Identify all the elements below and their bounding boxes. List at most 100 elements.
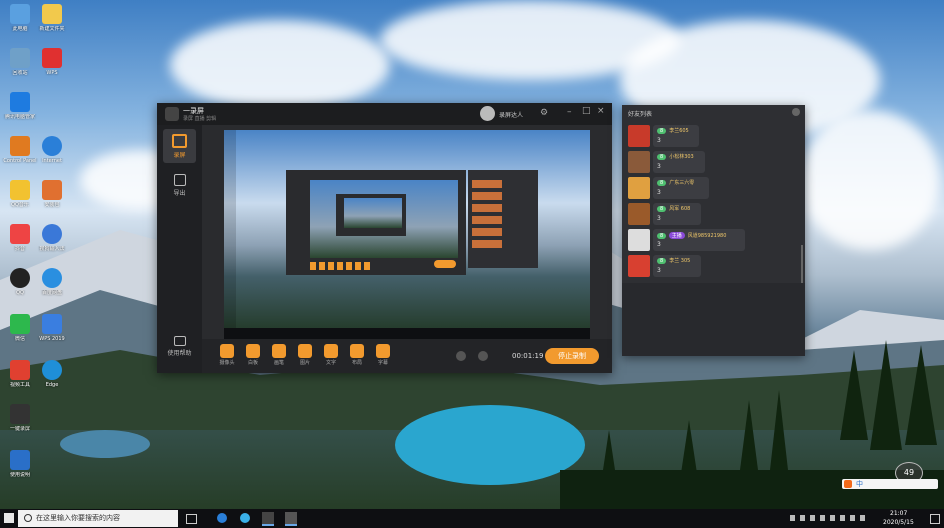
desktop-icon[interactable]: 百度网盘 [32, 268, 72, 312]
desktop-icon[interactable]: 搜狗输入法 [32, 224, 72, 268]
sidebar-item-help[interactable]: 使用帮助 [163, 331, 196, 365]
control-panel-icon [10, 136, 30, 156]
desktop-icon[interactable]: 使用说明 [0, 450, 40, 494]
message-count: 3 [657, 241, 661, 248]
desktop-icon[interactable]: Edge [32, 360, 72, 404]
sidebar-item-record[interactable]: 录屏 [163, 129, 196, 163]
desktop-icon-label: Edge [45, 382, 59, 388]
desktop-icon-label: 腾讯电脑管家 [4, 114, 35, 120]
desktop-icon[interactable]: 安装包 [32, 180, 72, 224]
help-doc-icon [10, 450, 30, 470]
user-name: 广东三六零 [669, 180, 695, 186]
layout-icon [350, 344, 364, 358]
desktop-icon-label: 搜狗输入法 [39, 246, 65, 252]
scrollbar[interactable] [801, 245, 803, 285]
nested-taskbar [224, 328, 590, 339]
list-item[interactable]: 8 广东三六零 3 [628, 177, 798, 201]
speaker-icon[interactable] [456, 351, 466, 361]
tool-brush[interactable]: 画笔 [269, 344, 289, 366]
desktop-icon-label: WPS [46, 70, 58, 76]
level-badge: 8 [657, 128, 667, 134]
recorder-task-icon[interactable] [262, 512, 274, 526]
webcam-icon [220, 344, 234, 358]
folder-icon [42, 4, 62, 24]
app-task-icon[interactable] [285, 512, 297, 526]
tool-label: 画笔 [273, 360, 284, 366]
clock-time[interactable]: 21:07 [890, 510, 907, 517]
edge-icon[interactable] [217, 513, 227, 523]
internet-explorer-icon [42, 136, 62, 156]
friend-list-window: 好友列表 8 李兰605 3 8 小松林303 3 8 广东三六零 3 8 风军 608… [622, 105, 805, 356]
desktop-icon[interactable]: 一键录屏 [0, 404, 40, 448]
search-input[interactable]: 在这里输入你要搜索的内容 [18, 510, 178, 527]
tool-image[interactable]: 图片 [295, 344, 315, 366]
close-icon[interactable]: × [597, 106, 605, 116]
message-count: 3 [657, 267, 661, 274]
sogou-icon [844, 480, 852, 488]
search-icon [24, 514, 32, 522]
windows-start-icon[interactable] [4, 513, 14, 523]
list-item[interactable]: 8 主播 风道985921980 3 [628, 229, 798, 253]
avatar [628, 203, 650, 225]
brush-icon [272, 344, 286, 358]
username[interactable]: 录屏达人 [499, 110, 523, 119]
tool-webcam[interactable]: 摄像头 [217, 344, 237, 366]
list-item[interactable]: 8 风军 608 3 [628, 203, 798, 227]
desktop-icon[interactable]: Internet [32, 136, 72, 180]
anchor-tag: 主播 [668, 232, 685, 239]
edge-icon [42, 360, 62, 380]
ime-toolbar[interactable]: 中 [842, 479, 938, 489]
app-icon [10, 224, 30, 244]
app-logo-icon [165, 107, 179, 121]
nested-list-preview [468, 170, 538, 268]
microphone-icon[interactable] [478, 351, 488, 361]
desktop-icon[interactable]: WPS 2019 [32, 314, 72, 358]
computer-icon [10, 4, 30, 24]
message-bubble: 8 主播 风道985921980 3 [653, 229, 745, 251]
tool-layout[interactable]: 布局 [347, 344, 367, 366]
avatar [628, 151, 650, 173]
whiteboard-icon [246, 344, 260, 358]
qq-icon [10, 268, 30, 288]
settings-icon[interactable]: ⚙ [540, 108, 548, 118]
tray-icons[interactable] [790, 515, 870, 521]
close-icon[interactable] [792, 108, 800, 116]
clock-date[interactable]: 2020/5/15 [883, 519, 914, 526]
sidebar-item-label: 导出 [173, 190, 186, 197]
avatar[interactable] [480, 106, 495, 121]
user-name: 风军 608 [669, 206, 691, 212]
lake [395, 405, 585, 485]
notification-icon[interactable] [930, 514, 940, 524]
level-badge: 8 [657, 258, 667, 264]
desktop-icon[interactable]: 腾讯电脑管家 [0, 92, 40, 136]
image-icon [298, 344, 312, 358]
camera-icon [172, 134, 187, 148]
desktop-icon-label: 新建文件夹 [39, 26, 65, 32]
search-placeholder: 在这里输入你要搜索的内容 [36, 514, 120, 522]
level-badge: 8 [657, 206, 667, 212]
tool-subtitle[interactable]: 字幕 [373, 344, 393, 366]
task-view-icon[interactable] [186, 514, 197, 524]
desktop-icon[interactable]: 新建文件夹 [32, 4, 72, 48]
sidebar-item-export[interactable]: 导出 [163, 169, 196, 203]
wechat-icon [10, 314, 30, 334]
app-subtitle: 录屏 直播 剪辑 [183, 116, 217, 122]
sidebar-item-label: 使用帮助 [167, 350, 192, 357]
shield-icon [10, 92, 30, 112]
tool-whiteboard[interactable]: 白板 [243, 344, 263, 366]
user-name: 小松林303 [669, 154, 694, 160]
ie-icon[interactable] [240, 513, 250, 523]
maximize-icon[interactable]: □ [582, 106, 591, 116]
desktop-icon[interactable]: WPS [32, 48, 72, 92]
stop-record-button[interactable]: 停止录制 [545, 348, 599, 364]
tool-text[interactable]: 文字 [321, 344, 341, 366]
message-count: 3 [657, 137, 661, 144]
list-item[interactable]: 8 李兰605 3 [628, 125, 798, 149]
list-item[interactable]: 8 小松林303 3 [628, 151, 798, 175]
list-item[interactable]: 8 李兰 305 3 [628, 255, 798, 279]
recorder-sidebar: 录屏 导出 使用帮助 [157, 125, 202, 373]
minimize-icon[interactable]: – [567, 107, 572, 117]
sidebar-item-label: 录屏 [173, 152, 186, 159]
user-name: 李兰605 [669, 128, 689, 134]
tool-label: 图片 [299, 360, 310, 366]
